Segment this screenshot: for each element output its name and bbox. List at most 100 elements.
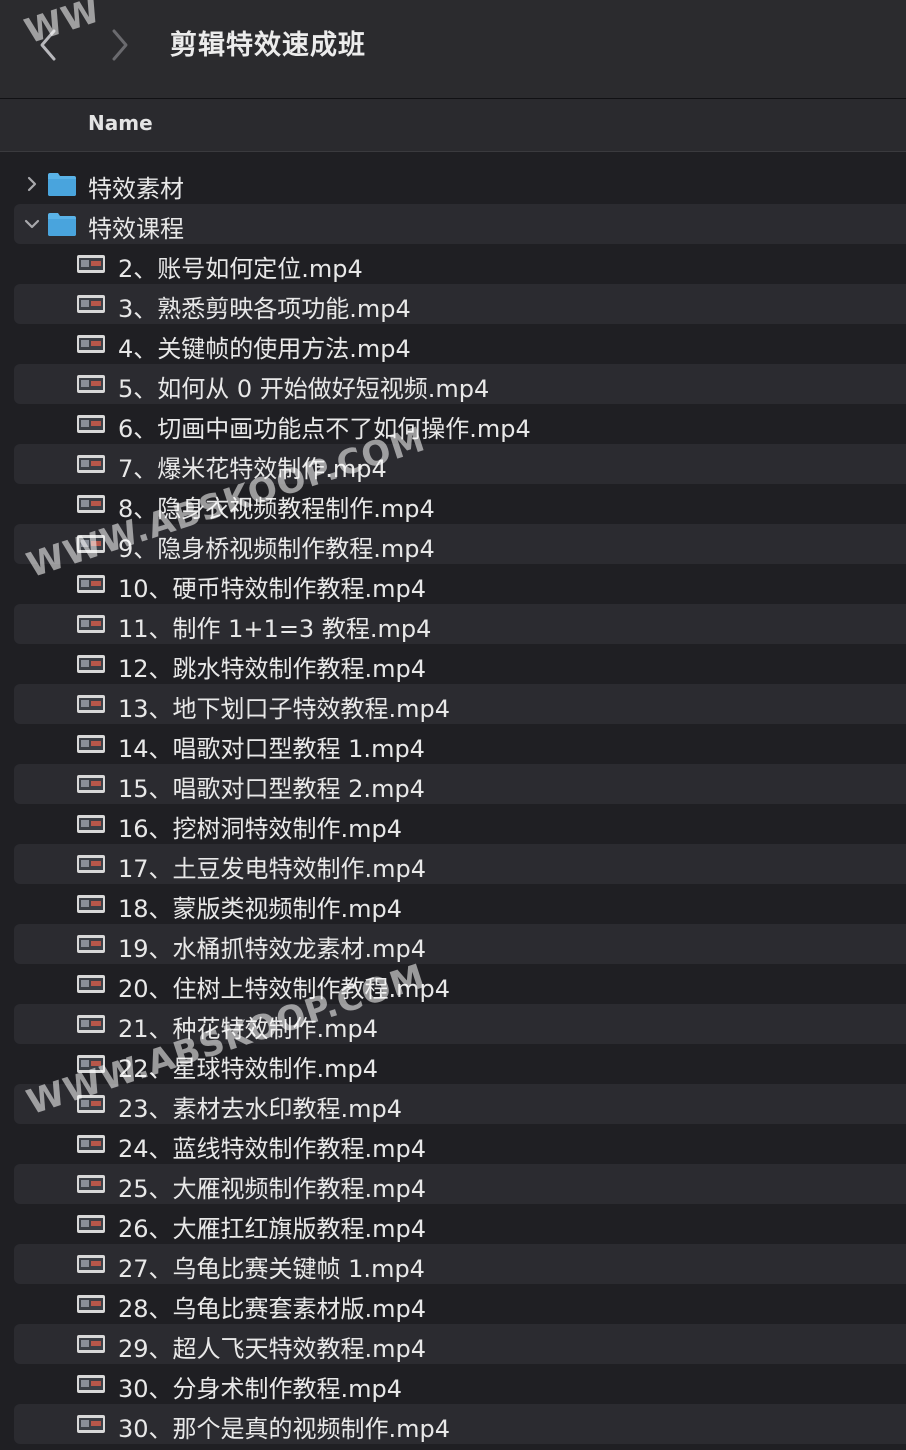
file-row[interactable]: 3、熟悉剪映各项功能.mp4	[0, 284, 906, 324]
video-file-icon	[77, 975, 105, 993]
file-row[interactable]: 11、制作 1+1=3 教程.mp4	[0, 604, 906, 644]
thumbnail-part	[91, 1261, 101, 1266]
file-name: 13、地下划口子特效教程.mp4	[118, 695, 451, 723]
file-name: 5、如何从 0 开始做好短视频.mp4	[118, 375, 490, 403]
file-row[interactable]: 10、硬币特效制作教程.mp4	[0, 564, 906, 604]
file-row[interactable]: 12、跳水特效制作教程.mp4	[0, 644, 906, 684]
folder-row[interactable]: 特效课程	[0, 204, 906, 244]
file-name: 27、乌龟比赛关键帧 1.mp4	[118, 1255, 425, 1283]
thumbnail-part	[81, 1260, 89, 1267]
file-row[interactable]: 20、住树上特效制作教程.mp4	[0, 964, 906, 1004]
file-name: 15、唱歌对口型教程 2.mp4	[118, 775, 425, 803]
thumbnail-part	[81, 620, 89, 627]
disclosure-open-icon[interactable]	[22, 214, 42, 234]
thumbnail-part	[81, 1380, 89, 1387]
thumbnail-part	[81, 260, 89, 267]
file-row[interactable]: 29、超人飞天特效教程.mp4	[0, 1324, 906, 1364]
video-file-icon	[77, 495, 105, 513]
thumbnail-part	[91, 501, 101, 506]
thumbnail-part	[91, 1021, 101, 1026]
file-row[interactable]: 25、大雁视频制作教程.mp4	[0, 1164, 906, 1204]
folder-icon	[48, 213, 76, 236]
file-name: 26、大雁扛红旗版教程.mp4	[118, 1215, 427, 1243]
thumbnail-part	[91, 301, 101, 306]
thumbnail-part	[91, 461, 101, 466]
thumbnail-part	[91, 1301, 101, 1306]
file-row[interactable]: 13、地下划口子特效教程.mp4	[0, 684, 906, 724]
thumbnail-part	[91, 821, 101, 826]
file-name: 2、账号如何定位.mp4	[118, 255, 363, 283]
thumbnail-part	[81, 1220, 89, 1227]
thumbnail-part	[91, 861, 101, 866]
file-row[interactable]: 5、如何从 0 开始做好短视频.mp4	[0, 364, 906, 404]
video-file-icon	[77, 935, 105, 953]
file-name: 24、蓝线特效制作教程.mp4	[118, 1135, 427, 1163]
thumbnail-part	[91, 621, 101, 626]
video-file-icon	[77, 1255, 105, 1273]
thumbnail-part	[91, 261, 101, 266]
file-name: 30、那个是真的视频制作.mp4	[118, 1415, 451, 1443]
file-name: 28、乌龟比赛套素材版.mp4	[118, 1295, 427, 1323]
thumbnail-part	[91, 741, 101, 746]
file-row[interactable]: 15、唱歌对口型教程 2.mp4	[0, 764, 906, 804]
file-row[interactable]: 24、蓝线特效制作教程.mp4	[0, 1124, 906, 1164]
video-file-icon	[77, 895, 105, 913]
folder-row[interactable]: 特效素材	[0, 164, 906, 204]
video-file-icon	[77, 855, 105, 873]
name-column-header[interactable]: Name	[88, 111, 153, 135]
file-row[interactable]: 21、种花特效制作.mp4	[0, 1004, 906, 1044]
file-name: 14、唱歌对口型教程 1.mp4	[118, 735, 425, 763]
video-file-icon	[77, 1375, 105, 1393]
thumbnail-part	[91, 341, 101, 346]
chevron-right-icon	[112, 29, 128, 61]
video-file-icon	[77, 1015, 105, 1033]
file-row[interactable]: 26、大雁扛红旗版教程.mp4	[0, 1204, 906, 1244]
file-list: 特效素材特效课程 2、账号如何定位.mp4 3、熟悉剪映各项功能.mp4 4、关键帧的…	[0, 164, 906, 1444]
thumbnail-part	[81, 420, 89, 427]
thumbnail-part	[91, 701, 101, 706]
file-row[interactable]: 16、挖树洞特效制作.mp4	[0, 804, 906, 844]
video-file-icon	[77, 1335, 105, 1353]
file-row[interactable]: 27、乌龟比赛关键帧 1.mp4	[0, 1244, 906, 1284]
file-name: 16、挖树洞特效制作.mp4	[118, 815, 403, 843]
thumbnail-part	[91, 901, 101, 906]
folder-name: 特效课程	[88, 215, 184, 243]
file-row[interactable]: 30、分身术制作教程.mp4	[0, 1364, 906, 1404]
file-name: 3、熟悉剪映各项功能.mp4	[118, 295, 411, 323]
thumbnail-part	[81, 660, 89, 667]
file-row[interactable]: 4、关键帧的使用方法.mp4	[0, 324, 906, 364]
video-file-icon	[77, 255, 105, 273]
video-file-icon	[77, 575, 105, 593]
thumbnail-part	[81, 740, 89, 747]
thumbnail-part	[91, 981, 101, 986]
folder-name: 特效素材	[88, 175, 184, 203]
file-row[interactable]: 18、蒙版类视频制作.mp4	[0, 884, 906, 924]
thumbnail-part	[81, 340, 89, 347]
thumbnail-part	[91, 381, 101, 386]
thumbnail-part	[81, 1300, 89, 1307]
thumbnail-part	[81, 1420, 89, 1427]
folder-icon	[48, 173, 76, 196]
video-file-icon	[77, 615, 105, 633]
file-row[interactable]: 19、水桶抓特效龙素材.mp4	[0, 924, 906, 964]
file-row[interactable]: 17、土豆发电特效制作.mp4	[0, 844, 906, 884]
file-row[interactable]: 14、唱歌对口型教程 1.mp4	[0, 724, 906, 764]
file-row[interactable]: 30、那个是真的视频制作.mp4	[0, 1404, 906, 1444]
file-row[interactable]: 2、账号如何定位.mp4	[0, 244, 906, 284]
disclosure-closed-icon[interactable]	[22, 174, 42, 194]
file-name: 19、水桶抓特效龙素材.mp4	[118, 935, 427, 963]
video-file-icon	[77, 1295, 105, 1313]
file-name: 6、切画中画功能点不了如何操作.mp4	[118, 415, 531, 443]
file-row[interactable]: 7、爆米花特效制作.mp4	[0, 444, 906, 484]
thumbnail-part	[81, 300, 89, 307]
thumbnail-part	[91, 581, 101, 586]
thumbnail-part	[91, 941, 101, 946]
thumbnail-part	[91, 661, 101, 666]
file-row[interactable]: 28、乌龟比赛套素材版.mp4	[0, 1284, 906, 1324]
video-file-icon	[77, 455, 105, 473]
video-file-icon	[77, 695, 105, 713]
video-file-icon	[77, 655, 105, 673]
thumbnail-part	[91, 1421, 101, 1426]
file-row[interactable]: 6、切画中画功能点不了如何操作.mp4	[0, 404, 906, 444]
forward-button[interactable]	[100, 20, 140, 70]
